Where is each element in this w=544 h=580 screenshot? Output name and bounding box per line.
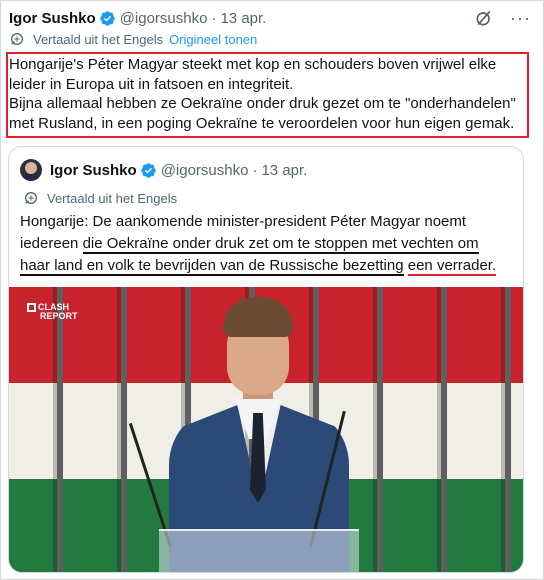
quote-text-line: Hongarije: De aankomende minister-presid…	[20, 213, 467, 230]
author-handle[interactable]: @igorsushko	[120, 10, 208, 27]
tweet-text-highlighted: Hongarije's Péter Magyar steekt met kop …	[6, 52, 529, 138]
flag-shadow	[117, 287, 127, 572]
quote-date[interactable]: 13 apr.	[261, 162, 307, 179]
tweet-text-line: Hongarije's Péter Magyar steekt met kop …	[9, 56, 497, 73]
quote-text-plain: iedereen	[20, 235, 83, 252]
tweet-date[interactable]: 13 apr.	[220, 10, 266, 27]
verified-badge-icon	[99, 10, 115, 26]
quote-text: Hongarije: De aankomende minister-presid…	[20, 211, 516, 277]
underlined-text: die Oekraïne onder druk zet om te stoppe…	[82, 235, 479, 254]
flag	[63, 287, 121, 572]
clash-report-logo: CLASH REPORT	[27, 303, 78, 321]
quote-text-line: haar land en volk te bevrijden van de Ru…	[20, 255, 516, 277]
translate-globe-icon	[25, 192, 37, 204]
tweet-text-line: met Rusland, in een poging Oekraïne te v…	[9, 114, 515, 132]
flag-shadow	[501, 287, 511, 572]
flag	[447, 287, 505, 572]
logo-text-bottom: REPORT	[40, 311, 78, 321]
header-separator: ·	[211, 9, 217, 27]
quote-media-image[interactable]: CLASH REPORT	[9, 287, 523, 572]
verified-badge-icon	[140, 162, 156, 178]
tweet-text-line: Bijna allemaal hebben ze Oekraïne onder …	[9, 95, 516, 112]
quote-text-line: iedereen die Oekraïne onder druk zet om …	[20, 233, 516, 255]
underlined-text: haar land en volk te bevrijden van de Ru…	[20, 257, 404, 276]
tweet-header: Igor Sushko @igorsushko · 13 apr. ···	[9, 7, 531, 29]
red-underlined-text: een verrader.	[407, 257, 497, 276]
quoted-tweet[interactable]: Igor Sushko @igorsushko · 13 apr. Vertaa…	[8, 146, 524, 573]
avatar[interactable]	[20, 159, 42, 181]
tweet-text-line: leider in Europa uit in fatsoen en integ…	[9, 75, 294, 93]
author-name[interactable]: Igor Sushko	[9, 10, 96, 27]
show-original-link[interactable]: Origineel tonen	[169, 32, 257, 47]
flag	[511, 287, 523, 572]
flag-shadow	[53, 287, 63, 572]
speaker	[128, 287, 439, 572]
quote-header-separator: ·	[252, 161, 258, 179]
quote-author-name[interactable]: Igor Sushko	[50, 162, 137, 179]
grok-icon[interactable]	[474, 8, 494, 28]
header-actions: ···	[474, 8, 531, 28]
tweet-container: Igor Sushko @igorsushko · 13 apr. ··· Ve…	[0, 0, 544, 580]
quote-translation-notice: Vertaald uit het Engels	[23, 190, 177, 206]
quote-translated-label: Vertaald uit het Engels	[47, 190, 178, 206]
flag	[9, 287, 57, 572]
translate-globe-icon	[11, 33, 23, 45]
quote-author-handle[interactable]: @igorsushko	[161, 162, 249, 179]
translated-label: Vertaald uit het Engels	[33, 31, 164, 47]
more-options-icon[interactable]: ···	[510, 9, 531, 27]
quote-header: Igor Sushko @igorsushko · 13 apr.	[20, 159, 307, 181]
translation-notice: Vertaald uit het Engels Origineel tonen	[9, 31, 257, 47]
